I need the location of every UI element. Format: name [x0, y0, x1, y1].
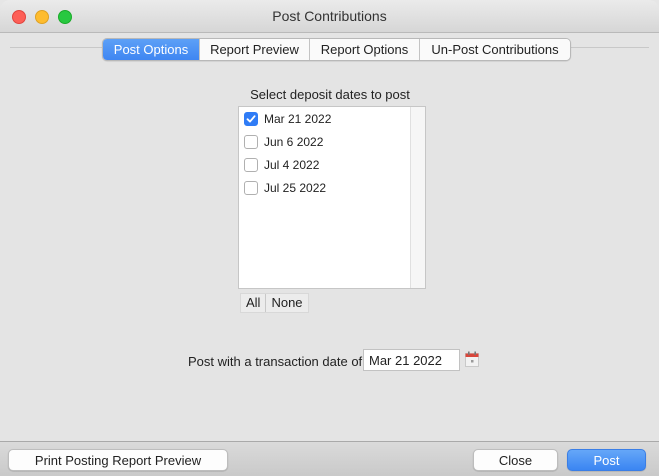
post-contributions-window: Post Contributions Post Options Report P…	[0, 0, 659, 476]
tab-report-options[interactable]: Report Options	[309, 39, 419, 60]
tab-bar: Post Options Report Preview Report Optio…	[102, 38, 571, 61]
bottom-bar: Print Posting Report Preview Close Post	[0, 441, 659, 476]
deposit-date-checkbox[interactable]	[244, 112, 258, 126]
deposit-date-label: Jun 6 2022	[264, 135, 324, 149]
tab-post-options[interactable]: Post Options	[103, 39, 199, 60]
deposit-dates-heading: Select deposit dates to post	[250, 87, 410, 102]
deposit-date-item[interactable]: Mar 21 2022	[244, 111, 331, 127]
transaction-date-field[interactable]: Mar 21 2022	[363, 349, 460, 371]
close-button[interactable]: Close	[473, 449, 558, 471]
select-all-button[interactable]: All	[241, 294, 265, 312]
list-scrollbar[interactable]	[410, 107, 425, 288]
deposit-date-item[interactable]: Jul 25 2022	[244, 180, 326, 196]
deposit-date-checkbox[interactable]	[244, 158, 258, 172]
tab-report-preview[interactable]: Report Preview	[199, 39, 309, 60]
tab-un-post-contributions[interactable]: Un-Post Contributions	[419, 39, 570, 60]
select-none-button[interactable]: None	[266, 294, 307, 312]
select-all-none-control: All None	[240, 293, 309, 313]
deposit-date-label: Mar 21 2022	[264, 112, 332, 126]
print-posting-report-preview-button[interactable]: Print Posting Report Preview	[8, 449, 228, 471]
calendar-icon[interactable]	[465, 351, 479, 367]
deposit-date-label: Jul 25 2022	[264, 181, 327, 195]
deposit-date-checkbox[interactable]	[244, 181, 258, 195]
deposit-date-checkbox[interactable]	[244, 135, 258, 149]
post-button[interactable]: Post	[567, 449, 646, 471]
deposit-date-label: Jul 4 2022	[264, 158, 320, 172]
deposit-date-item[interactable]: Jul 4 2022	[244, 157, 319, 173]
title-bar: Post Contributions	[0, 0, 659, 33]
window-title: Post Contributions	[272, 8, 387, 24]
deposit-date-item[interactable]: Jun 6 2022	[244, 134, 323, 150]
checkmark-icon	[246, 115, 256, 123]
transaction-date-label: Post with a transaction date of:	[188, 354, 366, 369]
deposit-dates-list[interactable]: Mar 21 2022 Jun 6 2022 Jul 4 2022 Jul 25…	[238, 106, 426, 289]
